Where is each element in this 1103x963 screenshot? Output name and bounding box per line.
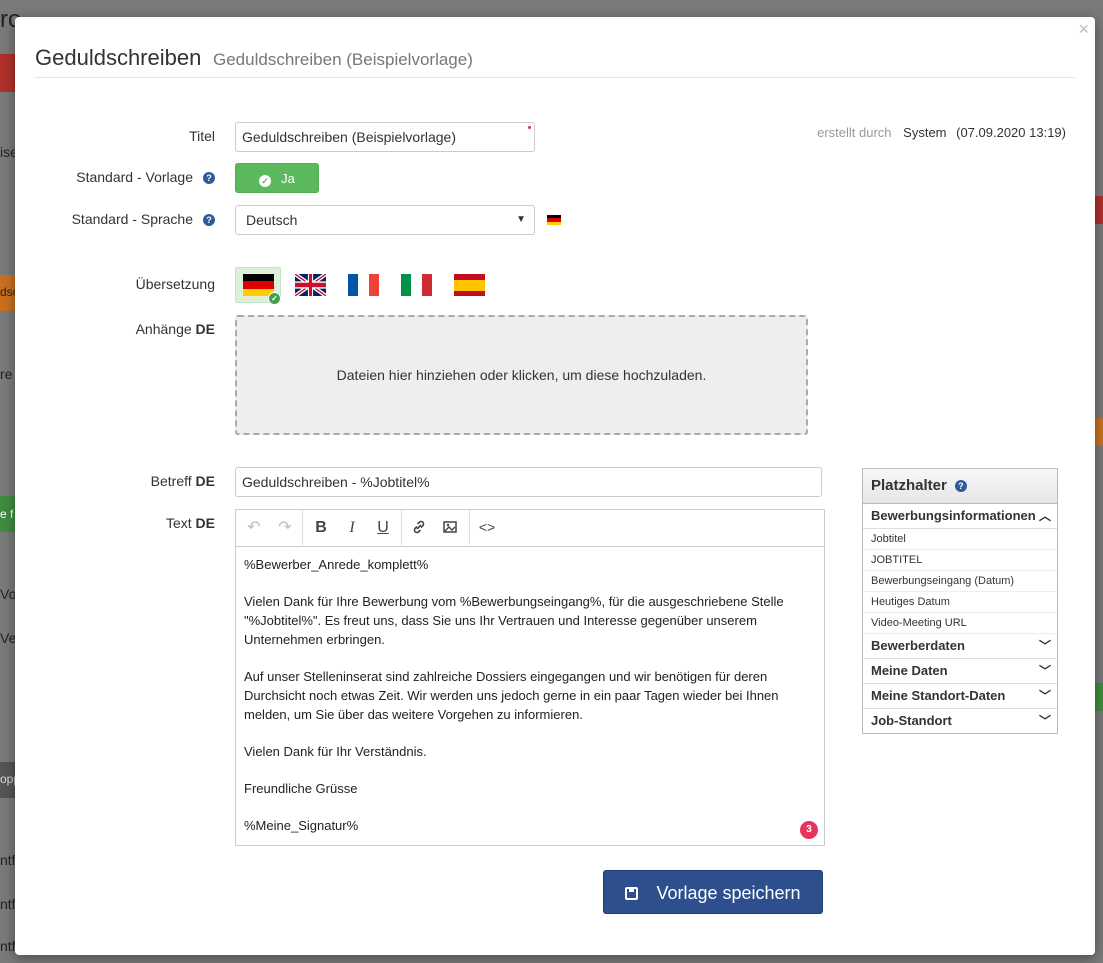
italian-flag-icon[interactable] (401, 274, 432, 296)
editor-content[interactable]: %Bewerber_Anrede_komplett% Vielen Dank f… (236, 547, 824, 835)
help-icon[interactable]: ? (954, 480, 967, 492)
check-icon: ✓ (268, 292, 281, 305)
spanish-flag-icon[interactable] (454, 274, 485, 296)
editor-paragraph: Freundliche Grüsse (244, 781, 358, 796)
uk-flag-icon[interactable] (295, 274, 326, 296)
save-template-button[interactable]: Vorlage speichern (603, 870, 823, 914)
created-by-label: erstellt durch (817, 125, 892, 140)
bold-icon[interactable]: B (306, 510, 336, 545)
modal-header: Geduldschreiben Geduldschreiben (Beispie… (35, 45, 1075, 78)
background-right-red (1095, 196, 1103, 224)
help-icon[interactable]: ? (203, 214, 215, 226)
placeholder-panel: Platzhalter? Bewerbungsinformationen ︿ Jo… (862, 468, 1058, 734)
undo-icon[interactable]: ↶ (239, 510, 269, 545)
editor-paragraph: Auf unser Stelleninserat sind zahlreiche… (244, 669, 779, 722)
placeholder-section-bewerberdaten[interactable]: Bewerberdaten ﹀ (863, 634, 1057, 659)
editor-paragraph: Vielen Dank für Ihre Bewerbung vom %Bewe… (244, 594, 784, 647)
standard-sprache-label: Standard - Sprache? (35, 211, 215, 227)
placeholder-item[interactable]: Bewerbungseingang (Datum) (863, 571, 1057, 592)
editor-paragraph: %Bewerber_Anrede_komplett% (244, 557, 429, 572)
placeholder-panel-header: Platzhalter? (863, 469, 1057, 504)
anhaenge-label: Anhänge DE (135, 321, 215, 337)
background-red-strip (0, 54, 15, 92)
placeholder-item[interactable]: Video-Meeting URL (863, 613, 1057, 634)
titel-label: Titel (189, 128, 215, 144)
background-row: Vo (0, 586, 17, 602)
background-right-orange (1095, 418, 1103, 446)
modal-subtitle: Geduldschreiben (Beispielvorlage) (213, 50, 473, 69)
placeholder-section-meine-daten[interactable]: Meine Daten ﹀ (863, 659, 1057, 684)
placeholder-item[interactable]: Jobtitel (863, 529, 1057, 550)
rich-text-editor[interactable]: ↶ ↷ B I U <> %Bewerber_Anrede_komplett% … (235, 509, 825, 846)
placeholder-item[interactable]: JOBTITEL (863, 550, 1057, 571)
code-icon[interactable]: <> (472, 510, 502, 545)
standard-vorlage-toggle[interactable]: ✓ Ja (235, 163, 319, 193)
toolbar-divider (401, 510, 402, 545)
background-row: ntf (0, 896, 16, 912)
toolbar-divider (469, 510, 470, 545)
titel-input[interactable]: Geduldschreiben (Beispielvorlage) (235, 122, 535, 152)
spellcheck-badge[interactable]: 3 (800, 821, 818, 839)
chevron-down-icon: ﹀ (1038, 714, 1051, 728)
standard-sprache-select[interactable]: Deutsch ▼ (235, 205, 535, 235)
editor-paragraph: Vielen Dank für Ihr Verständnis. (244, 744, 427, 759)
placeholder-section-bewerbungsinformationen[interactable]: Bewerbungsinformationen ︿ (863, 504, 1057, 529)
betreff-input[interactable]: Geduldschreiben - %Jobtitel% (235, 467, 822, 497)
file-dropzone[interactable]: Dateien hier hinziehen oder klicken, um … (235, 315, 808, 435)
chevron-down-icon: ▼ (516, 214, 526, 225)
created-date: (07.09.2020 13:19) (956, 125, 1066, 140)
check-circle-icon: ✓ (259, 175, 272, 187)
uebersetzung-label: Übersetzung (135, 276, 215, 292)
chevron-down-icon: ﹀ (1038, 639, 1051, 653)
redo-icon[interactable]: ↷ (270, 510, 300, 545)
german-flag-icon (547, 215, 561, 225)
french-flag-icon[interactable] (348, 274, 379, 296)
chevron-up-icon: ︿ (1038, 509, 1051, 523)
placeholder-item[interactable]: Heutiges Datum (863, 592, 1057, 613)
created-meta: erstellt durch System (07.09.2020 13:19) (817, 125, 1066, 140)
background-row: re (0, 366, 13, 382)
help-icon[interactable]: ? (203, 172, 215, 184)
modal-title: Geduldschreiben (35, 45, 202, 70)
required-indicator (528, 126, 531, 129)
chevron-down-icon: ﹀ (1038, 664, 1051, 678)
editor-toolbar: ↶ ↷ B I U <> (236, 510, 824, 547)
betreff-label: Betreff DE (150, 473, 215, 489)
created-by-value: System (903, 125, 947, 140)
background-row: ntf (0, 852, 16, 868)
editor-paragraph: %Meine_Signatur% (244, 818, 359, 833)
close-icon[interactable]: × (1078, 19, 1089, 40)
toolbar-divider (302, 510, 303, 545)
save-icon (625, 887, 639, 900)
chevron-down-icon: ﹀ (1038, 689, 1051, 703)
background-row: ntf (0, 938, 16, 954)
underline-icon[interactable]: U (368, 510, 398, 545)
background-row: Ve (0, 630, 17, 646)
link-icon[interactable] (404, 510, 434, 545)
template-modal: × Geduldschreiben Geduldschreiben (Beisp… (15, 17, 1095, 955)
standard-vorlage-label: Standard - Vorlage? (35, 169, 215, 185)
background-row: e f (0, 507, 14, 521)
placeholder-section-job-standort[interactable]: Job-Standort ﹀ (863, 709, 1057, 733)
placeholder-section-meine-standort-daten[interactable]: Meine Standort-Daten ﹀ (863, 684, 1057, 709)
image-icon[interactable] (435, 510, 465, 545)
text-label: Text DE (165, 515, 215, 531)
italic-icon[interactable]: I (337, 510, 367, 545)
background-right-green (1095, 683, 1103, 711)
